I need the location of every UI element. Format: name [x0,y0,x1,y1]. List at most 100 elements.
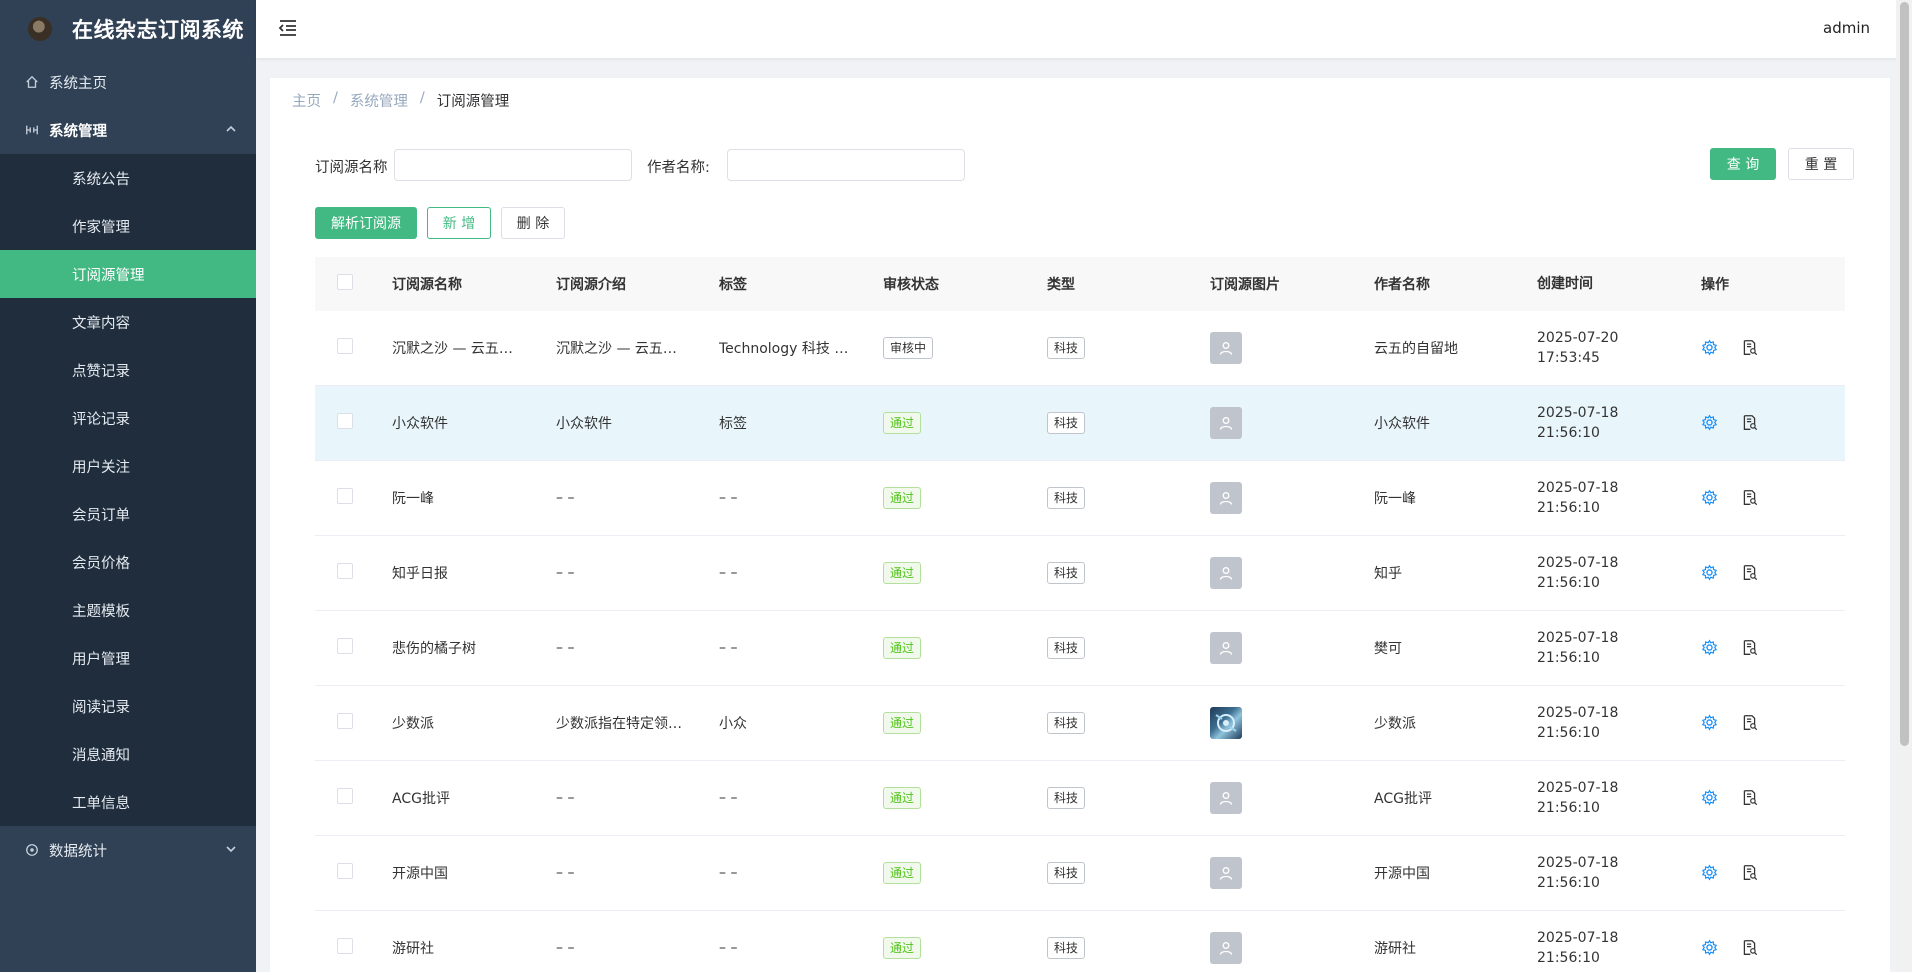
document-search-icon[interactable] [1741,339,1759,357]
breadcrumb-current: 订阅源管理 [436,94,510,110]
table-row[interactable]: 悲伤的橘子树 – – – – 通过 科技 樊可 2025-07-18 21:56:10 [315,611,1845,686]
source-image[interactable] [1210,707,1242,739]
author-name-cell: 阮一峰 [1374,491,1416,507]
row-checkbox[interactable] [337,338,353,354]
row-checkbox[interactable] [337,788,353,804]
gear-icon[interactable] [1701,564,1719,582]
sidebar-item[interactable]: 会员订单 [0,490,256,538]
document-search-icon[interactable] [1741,414,1759,432]
user-placeholder-icon[interactable] [1210,782,1242,814]
created-time-cell: 2025-07-18 21:56:10 [1537,703,1701,743]
user-placeholder-icon[interactable] [1210,332,1242,364]
sidebar-item[interactable]: 工单信息 [0,778,256,826]
source-name-cell: ACG批评 [392,791,450,807]
scrollbar-track[interactable] [1896,0,1912,972]
source-intro-cell: 沉默之沙 — 云五… [556,341,677,357]
menu-fold-icon[interactable] [278,18,300,40]
user-name[interactable]: admin [1823,19,1870,37]
author-name-cell: ACG批评 [1374,791,1432,807]
gear-icon[interactable] [1701,414,1719,432]
author-name-cell: 小众软件 [1374,416,1430,432]
home-icon [24,74,40,90]
created-time-cell: 2025-07-18 21:56:10 [1537,478,1701,518]
document-search-icon[interactable] [1741,564,1759,582]
row-checkbox[interactable] [337,563,353,579]
reset-button[interactable]: 重 置 [1788,148,1854,180]
parse-source-button[interactable]: 解析订阅源 [315,207,417,239]
breadcrumb-home[interactable]: 主页 [292,90,321,111]
document-search-icon[interactable] [1741,789,1759,807]
row-checkbox[interactable] [337,938,353,954]
row-checkbox[interactable] [337,488,353,504]
sidebar-item[interactable]: 点赞记录 [0,346,256,394]
sidebar-item[interactable]: 用户管理 [0,634,256,682]
row-checkbox[interactable] [337,713,353,729]
document-search-icon[interactable] [1741,864,1759,882]
source-name-cell: 知乎日报 [392,566,448,582]
sidebar-item[interactable]: 系统公告 [0,154,256,202]
document-search-icon[interactable] [1741,639,1759,657]
gear-icon[interactable] [1701,339,1719,357]
sidebar-item[interactable]: 会员价格 [0,538,256,586]
app-title: 在线杂志订阅系统 [72,18,244,42]
logo [28,17,52,41]
user-placeholder-icon[interactable] [1210,482,1242,514]
chevron-up-icon [226,123,236,137]
user-placeholder-icon[interactable] [1210,632,1242,664]
gear-icon[interactable] [1701,789,1719,807]
table-row[interactable]: 开源中国 – – – – 通过 科技 开源中国 2025-07-18 21:56:10 [315,836,1845,911]
sidebar-item[interactable]: 作家管理 [0,202,256,250]
created-date: 2025-07-20 [1537,330,1619,346]
user-placeholder-icon[interactable] [1210,557,1242,589]
add-button[interactable]: 新 增 [427,207,491,239]
sidebar-item[interactable]: 消息通知 [0,730,256,778]
author-name-cell: 云五的自留地 [1374,341,1458,357]
source-name-input[interactable] [394,149,632,181]
query-button[interactable]: 查 询 [1710,148,1776,180]
sidebar-item[interactable]: 订阅源管理 [0,250,256,298]
source-intro-cell: – – [556,790,575,806]
user-placeholder-icon[interactable] [1210,857,1242,889]
table-row[interactable]: 游研社 – – – – 通过 科技 游研社 2025-07-18 21:56:10 [315,911,1845,972]
scrollbar-thumb[interactable] [1900,2,1909,746]
document-search-icon[interactable] [1741,939,1759,957]
sidebar-group-stats[interactable]: 数据统计 [0,826,256,874]
sidebar-item[interactable]: 评论记录 [0,394,256,442]
source-name-cell: 游研社 [392,941,434,957]
status-badge: 通过 [883,712,922,734]
select-all-checkbox[interactable] [337,274,353,290]
user-placeholder-icon[interactable] [1210,407,1242,439]
sidebar-item-home[interactable]: 系统主页 [0,58,256,106]
table-row[interactable]: ACG批评 – – – – 通过 科技 ACG批评 2025-07-18 21:56:10 [315,761,1845,836]
table-row[interactable]: 沉默之沙 — 云五… 沉默之沙 — 云五… Technology 科技 … 审核中 科技… [315,311,1845,386]
table-row[interactable]: 少数派 少数派指在特定领… 小众 通过 科技 少数派 2025-07-18 21:56:10 [315,686,1845,761]
source-intro-cell: – – [556,640,575,656]
sidebar-item[interactable]: 主题模板 [0,586,256,634]
gear-icon[interactable] [1701,864,1719,882]
table-row[interactable]: 知乎日报 – – – – 通过 科技 知乎 2025-07-18 21:56:10 [315,536,1845,611]
table-row[interactable]: 阮一峰 – – – – 通过 科技 阮一峰 2025-07-18 21:56:10 [315,461,1845,536]
sidebar-item[interactable]: 文章内容 [0,298,256,346]
sidebar-item[interactable]: 用户关注 [0,442,256,490]
gear-icon[interactable] [1701,489,1719,507]
user-placeholder-icon[interactable] [1210,932,1242,964]
tags-cell: 标签 [719,416,747,432]
document-search-icon[interactable] [1741,489,1759,507]
breadcrumb-system[interactable]: 系统管理 [350,90,408,111]
gear-icon[interactable] [1701,939,1719,957]
author-name-input[interactable] [727,149,965,181]
table-row[interactable]: 小众软件 小众软件 标签 通过 科技 小众软件 2025-07-18 21:56:10 [315,386,1845,461]
sidebar-group-system[interactable]: 系统管理 [0,106,256,154]
document-search-icon[interactable] [1741,714,1759,732]
created-date: 2025-07-18 [1537,555,1619,571]
row-checkbox[interactable] [337,413,353,429]
tags-cell: 小众 [719,716,747,732]
gear-icon[interactable] [1701,714,1719,732]
row-checkbox[interactable] [337,863,353,879]
created-date: 2025-07-18 [1537,480,1619,496]
row-checkbox[interactable] [337,638,353,654]
breadcrumb: 主页 / 系统管理 / 订阅源管理 [292,90,509,111]
sidebar-item[interactable]: 阅读记录 [0,682,256,730]
gear-icon[interactable] [1701,639,1719,657]
delete-button[interactable]: 删 除 [501,207,565,239]
